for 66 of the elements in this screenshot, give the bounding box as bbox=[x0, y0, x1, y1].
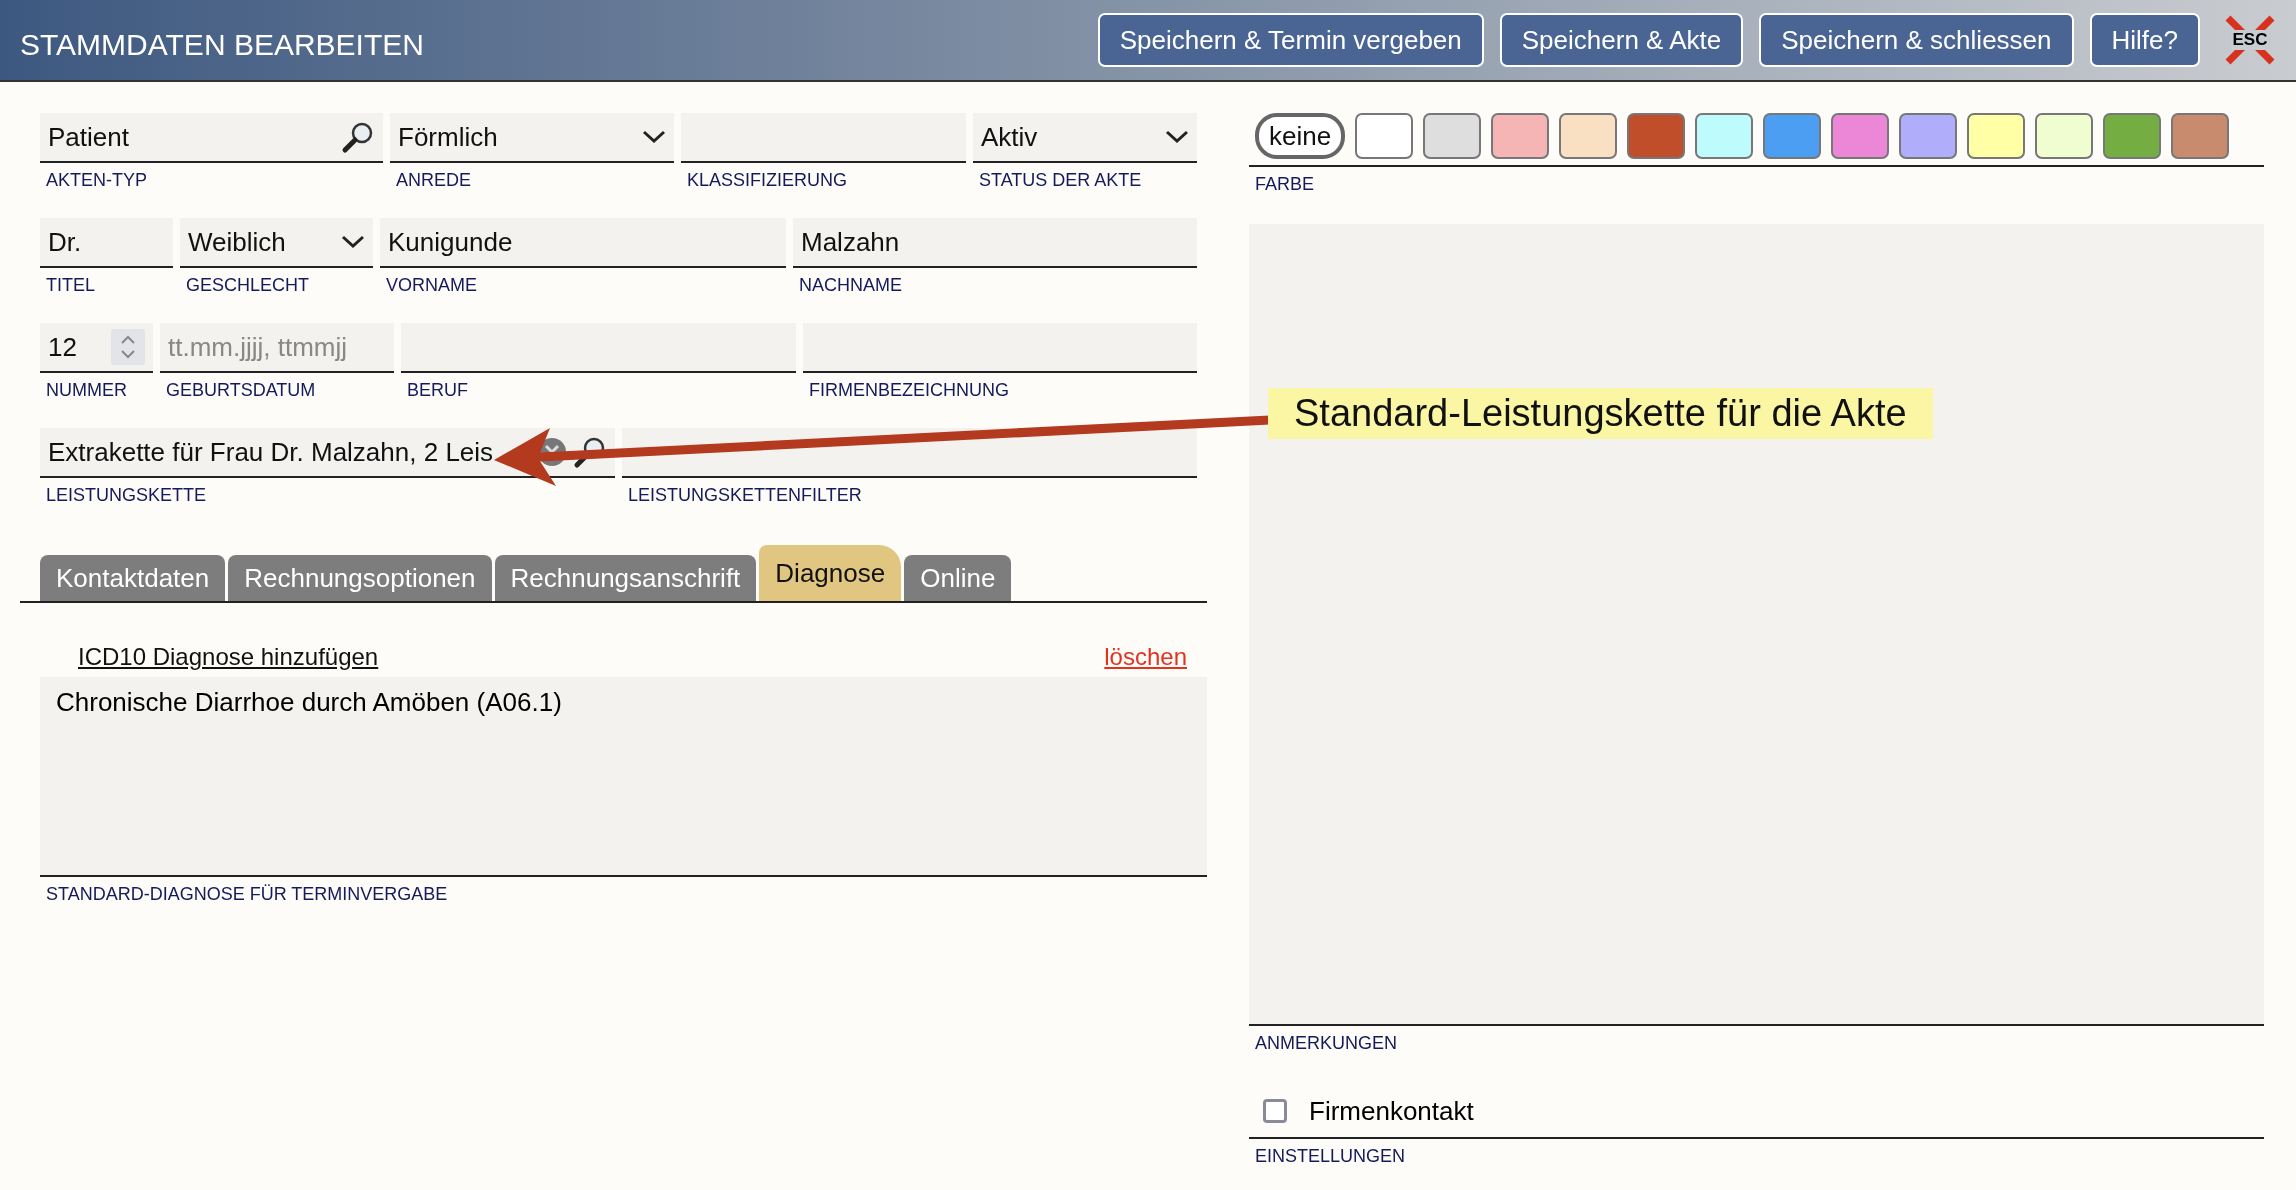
dropdown[interactable]: Aktiv bbox=[973, 113, 1197, 163]
field-label: ANMERKUNGEN bbox=[1254, 1033, 1398, 1055]
field-label: STATUS DER AKTE bbox=[978, 170, 1143, 192]
field-label: TITEL bbox=[45, 275, 96, 297]
tab[interactable]: Diagnose bbox=[759, 545, 902, 601]
input-field[interactable]: 12 bbox=[40, 323, 153, 373]
tab[interactable]: Rechnungsanschrift bbox=[494, 555, 757, 601]
input-field[interactable]: Dr. bbox=[40, 218, 173, 268]
window-title: STAMMDATEN BEARBEITEN bbox=[20, 27, 425, 62]
field-label: KLASSIFIZIERUNG bbox=[686, 170, 849, 192]
color-swatch[interactable] bbox=[1423, 113, 1482, 159]
color-swatch[interactable] bbox=[1627, 113, 1686, 159]
field-label: NUMMER bbox=[45, 380, 128, 402]
field-label: FARBE bbox=[1254, 174, 1316, 196]
input-field[interactable]: Extrakette für Frau Dr. Malzahn, 2 Leis bbox=[40, 428, 615, 478]
header-button[interactable]: Speichern & Termin vergeben bbox=[1097, 13, 1484, 67]
field-label: ANREDE bbox=[395, 170, 472, 192]
field-label: VORNAME bbox=[385, 275, 478, 297]
dropdown[interactable]: Förmlich bbox=[390, 113, 674, 163]
input-field[interactable] bbox=[401, 323, 796, 373]
tab[interactable]: Kontaktdaten bbox=[40, 555, 226, 601]
input-field[interactable] bbox=[681, 113, 966, 163]
annotation-callout: Standard-Leistungskette für die Akte bbox=[1268, 388, 1933, 439]
color-swatch[interactable] bbox=[1695, 113, 1754, 159]
tab[interactable]: Online bbox=[904, 555, 1012, 601]
field-label: GESCHLECHT bbox=[185, 275, 311, 297]
no-color-button[interactable]: keine bbox=[1255, 113, 1346, 159]
color-swatch[interactable] bbox=[1967, 113, 2026, 159]
search-icon[interactable] bbox=[341, 120, 375, 154]
header-button[interactable]: Speichern & schliessen bbox=[1759, 13, 2074, 67]
color-swatch[interactable] bbox=[1831, 113, 1890, 159]
color-swatch[interactable] bbox=[2171, 113, 2230, 159]
chevron-down-icon bbox=[341, 235, 365, 249]
text-area[interactable]: Chronische Diarrhoe durch Amöben (A06.1) bbox=[40, 677, 1207, 877]
field-label: EINSTELLUNGEN bbox=[1254, 1146, 1407, 1168]
field-label: FIRMENBEZEICHNUNG bbox=[808, 380, 1010, 402]
field-label: GEBURTSDATUM bbox=[165, 380, 317, 402]
color-swatch[interactable] bbox=[1355, 113, 1414, 159]
search-icon[interactable] bbox=[573, 435, 607, 469]
field-label: LEISTUNGSKETTE bbox=[45, 485, 208, 507]
checkbox-label: Firmenkontakt bbox=[1309, 1095, 1474, 1127]
input-field[interactable]: Malzahn bbox=[793, 218, 1197, 268]
field-label: BERUF bbox=[406, 380, 469, 402]
header-button[interactable]: Hilfe? bbox=[2089, 13, 2200, 67]
field-label: NACHNAME bbox=[798, 275, 903, 297]
checkbox[interactable] bbox=[1263, 1099, 1287, 1123]
color-swatch[interactable] bbox=[1763, 113, 1822, 159]
color-swatch[interactable] bbox=[2035, 113, 2094, 159]
close-button[interactable]: ESC bbox=[2224, 14, 2276, 66]
input-field[interactable]: Patient bbox=[40, 113, 383, 163]
delete-link[interactable]: löschen bbox=[1104, 643, 1187, 671]
color-swatch[interactable] bbox=[1559, 113, 1618, 159]
tab[interactable]: Rechnungsoptionen bbox=[228, 555, 492, 601]
color-swatch[interactable] bbox=[2103, 113, 2162, 159]
field-label: AKTEN-TYP bbox=[45, 170, 148, 192]
field-label: STANDARD-DIAGNOSE FÜR TERMINVERGABE bbox=[45, 884, 449, 906]
add-diagnosis-link[interactable]: ICD10 Diagnose hinzufügen bbox=[78, 643, 379, 671]
color-swatch[interactable] bbox=[1899, 113, 1958, 159]
header-button[interactable]: Speichern & Akte bbox=[1499, 13, 1744, 67]
chevron-down-icon bbox=[642, 130, 666, 144]
chevron-down-icon bbox=[1165, 130, 1189, 144]
input-field[interactable] bbox=[803, 323, 1197, 373]
color-swatch[interactable] bbox=[1491, 113, 1550, 159]
dropdown[interactable]: Weiblich bbox=[180, 218, 373, 268]
field-label: LEISTUNGSKETTENFILTER bbox=[627, 485, 863, 507]
input-field[interactable]: Kunigunde bbox=[380, 218, 786, 268]
